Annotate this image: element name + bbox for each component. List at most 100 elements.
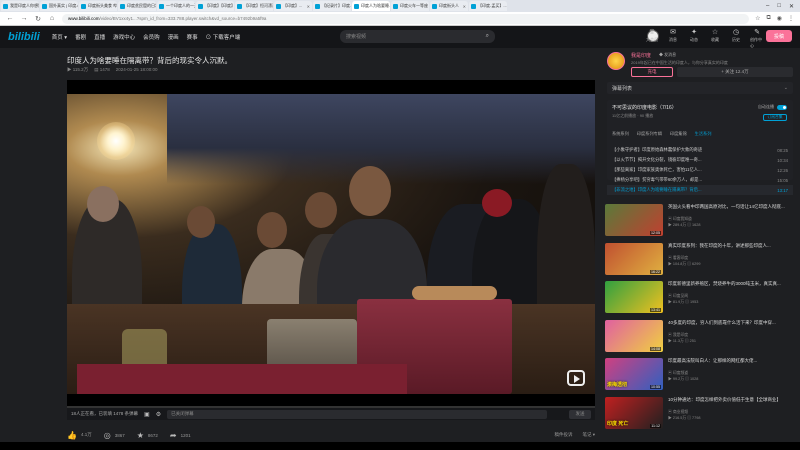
recommend-item[interactable]: 14:08 40多度的印度，穷人们到底靠什么活下来？印度中穿... ▣ 我是印度 ▶ … (605, 319, 795, 359)
recommend-uploader[interactable]: ▣ 印度见闻 (668, 294, 795, 299)
header-item[interactable]: ✉ 消息 (666, 28, 680, 49)
playlist-tab[interactable]: 印度系列专辑 (637, 131, 662, 137)
bookmark-star-icon[interactable]: ☆ (755, 15, 760, 22)
recommend-uploader[interactable]: ▣ 印度频道 (668, 371, 795, 376)
recommend-item[interactable]: 12:05 英国火头看中印两国高原对比，一句话让14亿印度人彻底... ▣ 印度我知… (605, 204, 795, 243)
playlist-tab[interactable]: 印度集锦 (670, 131, 687, 137)
episode-item[interactable]: 【捧杨分享吧】贫穷毒气带带60余万人，却是... 15:05 (607, 175, 793, 185)
upload-button[interactable]: 投稿 (766, 30, 792, 42)
header-item[interactable]: ♛ 大会员 (645, 28, 659, 49)
recommend-thumbnail[interactable]: 12:05 (605, 204, 663, 236)
episode-item[interactable]: 【那些离家】印度家族奥体死亡，害怕11亿人... 12:26 (607, 165, 793, 175)
recommend-item[interactable]: 印度 死亡 11:12 10分钟通达：印度怎样把外卖价值低于生意【全球商业】 ▣ 商业… (605, 396, 795, 436)
episode-item[interactable]: 【小象守护者】印度原始森林蠢保护大象的奇迹 08:25 (607, 145, 793, 155)
browser-tab[interactable]: 我是印度人你想知道什么✕ (1, 1, 39, 11)
charge-button[interactable]: 充电 (631, 67, 673, 77)
reload-icon[interactable]: ↻ (34, 15, 42, 23)
danmaku-input[interactable]: 已关闭弹幕 (167, 409, 548, 419)
episode-item[interactable]: 【非流之地】印度人为啥要睡在隔离带？背后... 13:17 (607, 185, 793, 195)
browser-tab[interactable]: 国外真实 | 印度人...✕ (40, 1, 78, 11)
playlist-tab[interactable]: 系统系列 (612, 131, 629, 137)
recommend-title[interactable]: 印度最高法院叫白人：让那样的网红都大佬... (668, 358, 795, 369)
recommend-item[interactable]: 滚梅透彻 10:55 印度最高法院叫白人：让那样的网红都大佬... ▣ 印度频道 ▶ 9… (605, 358, 795, 397)
recommend-uploader[interactable]: ▣ 商业视频 (668, 410, 795, 415)
report-link[interactable]: 稿件投诉 (554, 432, 572, 438)
uploader-avatar[interactable] (607, 52, 625, 70)
browser-tab[interactable]: 印度街头人 ✕ (430, 1, 468, 11)
recommend-title[interactable]: 40多度的印度，穷人们到底靠什么活下来？印度中穿... (668, 320, 795, 331)
recommend-title[interactable]: 10分钟通达：印度怎样把外卖价值低于生意【全球商业】 (668, 397, 795, 408)
danmaku-send-button[interactable]: 发送 (569, 409, 591, 419)
nav-item[interactable]: ⊙ 下载客户端 (206, 33, 241, 41)
header-item[interactable]: ◷ 历史 (729, 28, 743, 49)
close-window-icon[interactable]: ✕ (789, 3, 794, 10)
header-item[interactable]: ✎ 创作中心 (750, 28, 764, 49)
toggle-switch[interactable] (777, 104, 787, 110)
player-play-icon[interactable] (567, 370, 585, 386)
browser-tab[interactable]: 印度人为啥要睡...✕ (352, 1, 390, 11)
danmaku-settings-icon[interactable]: ⚙ (156, 411, 161, 418)
search-icon[interactable]: ⌕ (486, 33, 489, 40)
uploader-name[interactable]: 我是印度 (631, 52, 651, 59)
nav-item[interactable]: 漫画 (168, 33, 179, 41)
video-player[interactable] (67, 80, 595, 408)
recommend-uploader[interactable]: ▣ 印度我知道 (668, 217, 795, 222)
recommend-item[interactable]: 13:41 印度新德里新养殖区，焚烧养牛的3000吨玉米，真实真... ▣ 印度见闻… (605, 281, 795, 320)
recommend-thumbnail[interactable]: 14:08 (605, 319, 663, 352)
header-item[interactable]: ☆ 收藏 (708, 28, 722, 49)
nav-item[interactable]: 赛事 (187, 33, 198, 41)
browser-tab[interactable]: 【印度】恒河漂流✕ (235, 1, 273, 11)
playlist-tab[interactable]: 生活系列 (695, 131, 712, 137)
search-input[interactable]: 搜索视频 ⌕ (340, 30, 495, 43)
forward-icon[interactable]: → (20, 15, 28, 22)
recommend-thumbnail[interactable]: 印度 死亡 11:12 (605, 396, 663, 429)
episode-item[interactable]: 【以火节节】揭开文化分裂，镜彼印度唯一奇... 10:34 (607, 155, 793, 165)
browser-tab[interactable]: 【印度-孟买】...✕ (469, 1, 507, 11)
bilibili-logo[interactable]: bilibili (8, 31, 40, 43)
like-button[interactable]: 👍 4.1万 (67, 431, 92, 440)
recommend-thumbnail[interactable]: 16:22 (605, 242, 663, 275)
subscribe-playlist-button[interactable]: 订阅合集 (763, 114, 787, 121)
nav-item[interactable]: 首页 ▾ (52, 33, 67, 41)
browser-tab[interactable]: 【纪录片】印度...✕ (313, 1, 351, 11)
home-icon[interactable]: ⌂ (48, 15, 56, 22)
follow-button[interactable]: + 关注 12.4万 (677, 67, 793, 77)
nav-item[interactable]: 直播 (94, 33, 105, 41)
extensions-icon[interactable]: ⧉ (766, 15, 770, 22)
tab-label: 【印度-孟买】... (478, 3, 507, 8)
minimize-icon[interactable]: – (766, 3, 769, 10)
danmaku-list-toggle[interactable]: 弹幕列表 ⌄ (607, 82, 793, 94)
browser-tab[interactable]: 一个印度人的一天...✕ (157, 1, 195, 11)
recommend-item[interactable]: 16:22 真实印度系列：我在印度的十年，讲述那些印度人... ▣ 看客印度 ▶ 10… (605, 242, 795, 282)
notes-link[interactable]: 笔记 ▾ (582, 432, 595, 438)
url-field[interactable]: www.bilibili.com /video/BV1xx4y1...?spm_… (62, 13, 750, 24)
autoplay-toggle[interactable]: 自动连播 (758, 104, 787, 110)
header-item[interactable]: ✦ 动态 (687, 28, 701, 49)
nav-item[interactable]: 游戏中心 (113, 33, 135, 41)
nav-item[interactable]: 番剧 (75, 33, 86, 41)
recommend-title[interactable]: 英国火头看中印两国高原对比，一句话让14亿印度人彻底... (668, 204, 795, 215)
browser-tab[interactable]: 【印度】... ✕ (274, 1, 312, 11)
recommend-title[interactable]: 真实印度系列：我在印度的十年，讲述那些印度人... (668, 243, 795, 254)
browser-tab[interactable]: 印度火车一等座✕ (391, 1, 429, 11)
recommend-uploader[interactable]: ▣ 看客印度 (668, 256, 795, 261)
back-icon[interactable]: ← (6, 15, 14, 22)
browser-tab[interactable]: 【印度】【印度】...✕ (196, 1, 234, 11)
tab-close-icon[interactable]: ✕ (463, 4, 466, 9)
danmaku-toggle-icon[interactable]: ▣ (144, 411, 150, 418)
browser-tab[interactable]: 印度街头美食 哔哩✕ (79, 1, 117, 11)
browser-tab[interactable]: 印度贫民窟的日常✕ (118, 1, 156, 11)
recommend-thumbnail[interactable]: 13:41 (605, 281, 663, 313)
nav-item[interactable]: 会员购 (143, 33, 160, 41)
browser-menu-icon[interactable]: ⋮ (788, 15, 794, 22)
maximize-icon[interactable]: □ (777, 3, 781, 10)
message-link[interactable]: ◆ 发消息 (659, 52, 676, 58)
recommend-title[interactable]: 印度新德里新养殖区，焚烧养牛的3000吨玉米，真实真... (668, 281, 795, 292)
share-button[interactable]: ➦ 1201 (170, 431, 191, 440)
recommend-thumbnail[interactable]: 滚梅透彻 10:55 (605, 358, 663, 390)
tab-close-icon[interactable]: ✕ (307, 4, 310, 9)
coin-button[interactable]: ◎ 3867 (104, 431, 125, 440)
recommend-uploader[interactable]: ▣ 我是印度 (668, 333, 795, 338)
collect-button[interactable]: ★ 8672 (137, 431, 158, 440)
profile-icon[interactable]: ◉ (777, 15, 782, 22)
